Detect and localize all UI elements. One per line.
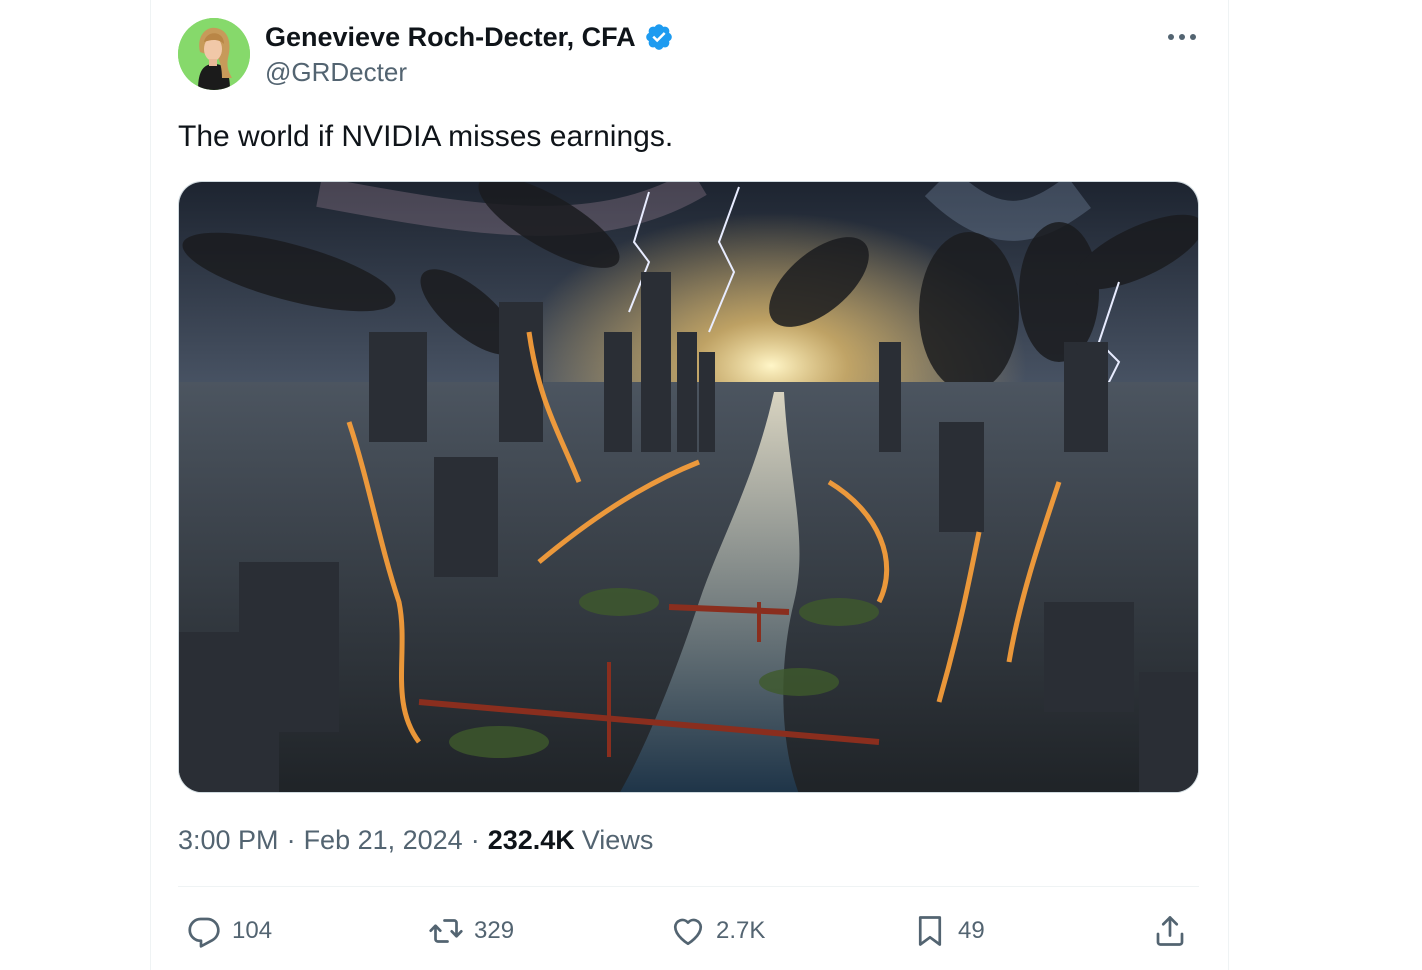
- views-label: Views: [581, 824, 654, 855]
- tweet-media-image[interactable]: [178, 181, 1199, 793]
- tweet-time[interactable]: 3:00 PM: [178, 825, 279, 856]
- reply-button[interactable]: 104: [186, 910, 272, 952]
- views-count: 232.4K: [487, 824, 575, 855]
- retweet-count: 329: [474, 917, 515, 944]
- bookmark-button[interactable]: 49: [912, 910, 985, 952]
- tweet-date[interactable]: Feb 21, 2024: [304, 825, 463, 856]
- avatar[interactable]: [178, 18, 250, 90]
- like-count: 2.7K: [716, 917, 766, 944]
- like-button[interactable]: 2.7K: [670, 910, 765, 952]
- divider: [178, 886, 1199, 887]
- tweet-detail-page: Genevieve Roch-Decter, CFA @GRDecter The…: [0, 0, 1422, 970]
- column-border-left: [150, 0, 151, 970]
- author-name-row[interactable]: Genevieve Roch-Decter, CFA: [265, 20, 674, 54]
- retweet-button[interactable]: 329: [428, 910, 514, 952]
- bookmark-count: 49: [958, 917, 985, 944]
- author-handle[interactable]: @GRDecter: [265, 57, 407, 88]
- author-display-name[interactable]: Genevieve Roch-Decter, CFA: [265, 22, 636, 53]
- retweet-icon: [429, 919, 463, 943]
- reply-icon: [188, 917, 220, 948]
- bookmark-icon: [918, 916, 942, 946]
- meta-separator: ·: [286, 824, 296, 855]
- reply-count: 104: [232, 917, 273, 944]
- tweet-text: The world if NVIDIA misses earnings.: [178, 120, 674, 153]
- heart-icon: [673, 918, 703, 946]
- verified-badge-icon: [644, 22, 674, 52]
- column-border-right: [1228, 0, 1229, 970]
- meta-separator: ·: [470, 824, 480, 855]
- tweet-meta: 3:00 PM · Feb 21, 2024 · 232.4K Views: [178, 822, 653, 858]
- share-icon: [1156, 916, 1184, 946]
- more-options-button[interactable]: [1162, 22, 1202, 52]
- more-dots-icon: [1168, 34, 1196, 40]
- share-button[interactable]: [1152, 910, 1188, 952]
